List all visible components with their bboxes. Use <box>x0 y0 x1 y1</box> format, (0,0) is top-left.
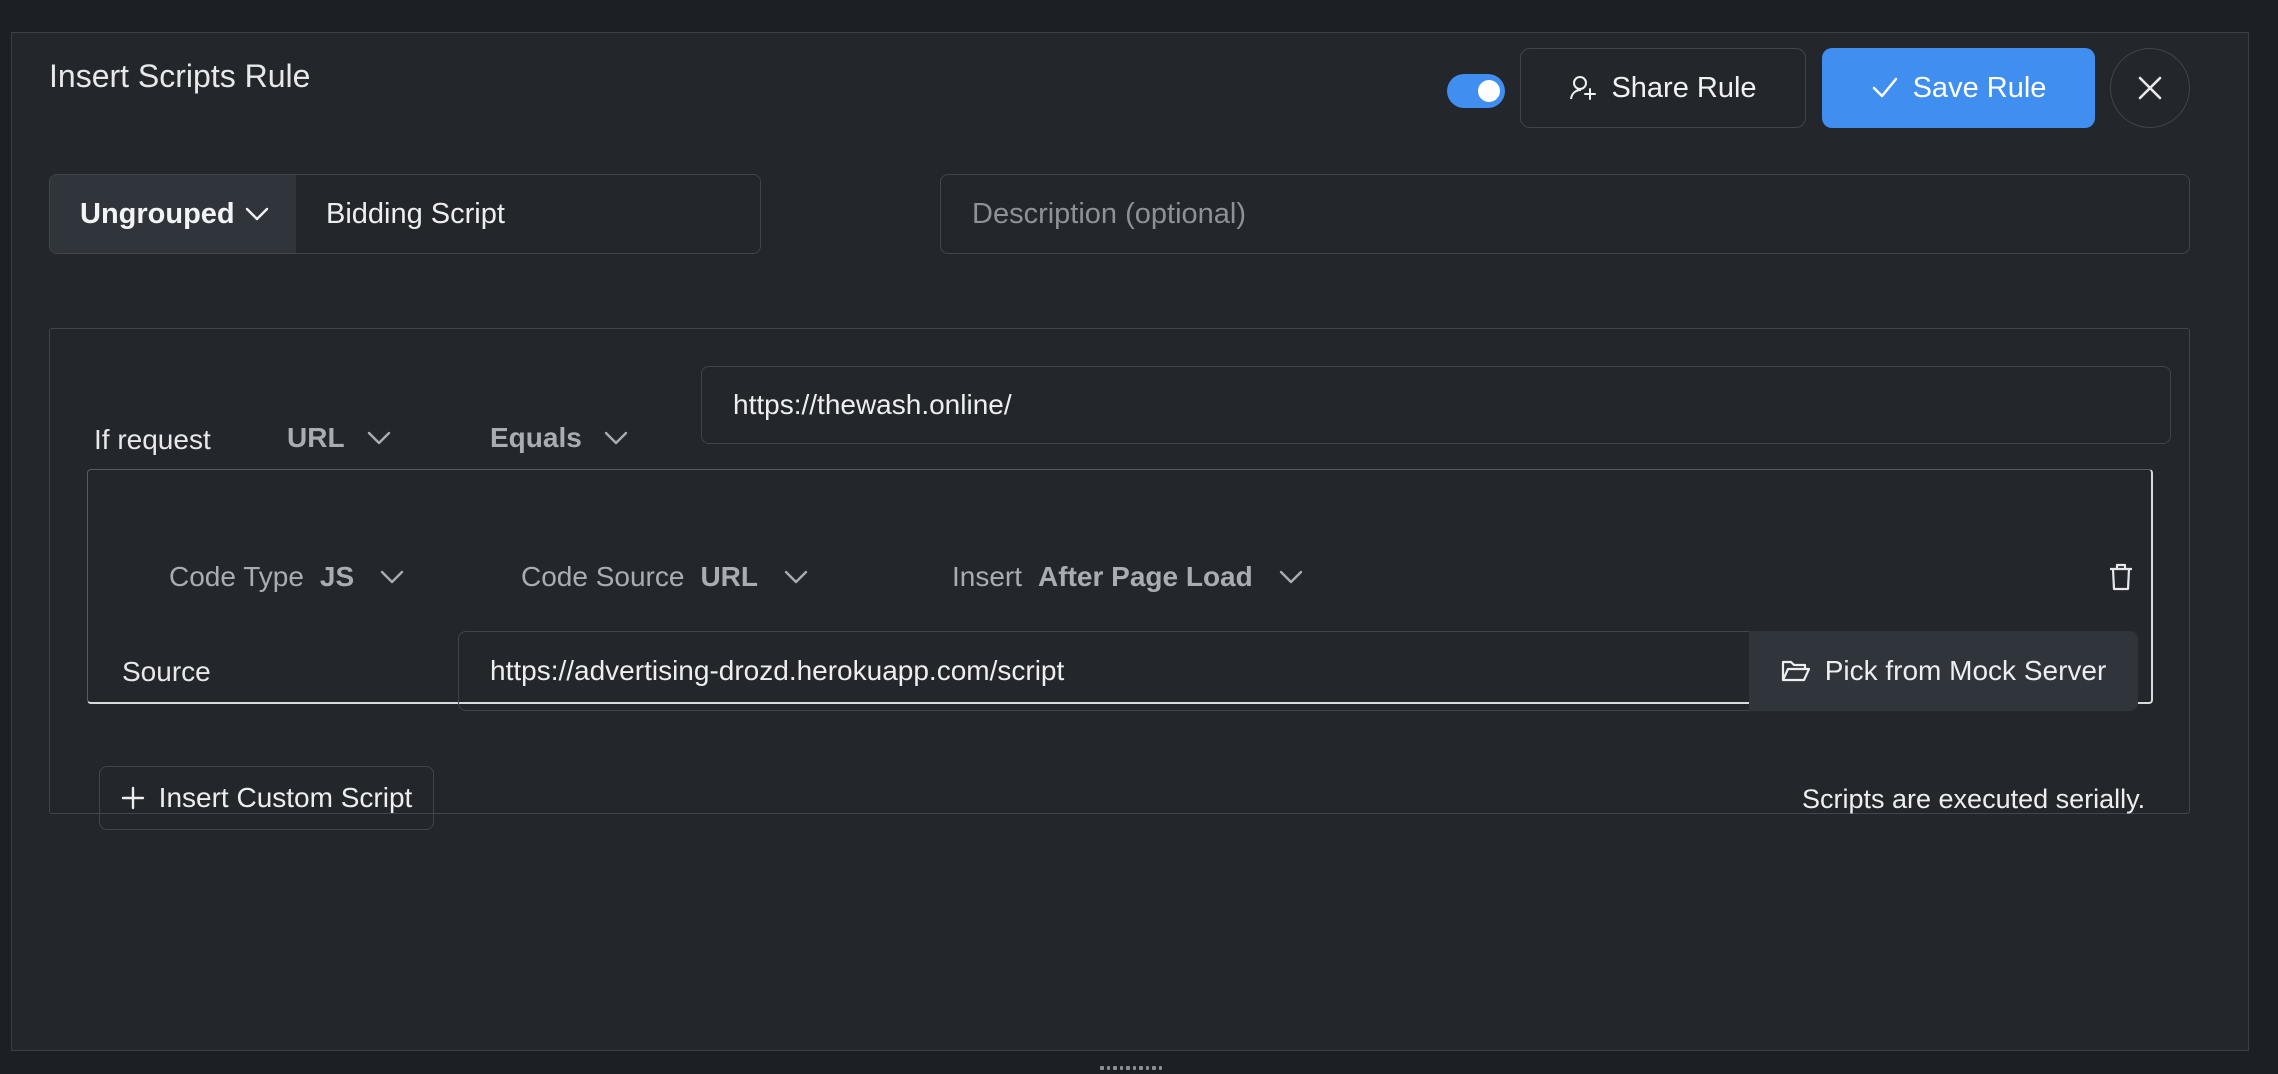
share-rule-label: Share Rule <box>1611 71 1757 104</box>
save-rule-label: Save Rule <box>1912 71 2047 104</box>
folder-open-icon <box>1781 660 1810 682</box>
save-rule-button[interactable]: Save Rule <box>1822 48 2095 128</box>
plus-icon <box>121 786 144 810</box>
insert-custom-script-button[interactable]: Insert Custom Script <box>99 766 434 830</box>
code-type-value: JS <box>319 561 355 592</box>
insert-timing-value: After Page Load <box>1038 561 1253 592</box>
toggle-knob <box>1478 80 1500 102</box>
operator-value: Equals <box>490 422 582 453</box>
share-rule-button[interactable]: Share Rule <box>1520 48 1806 128</box>
rule-name-group: Ungrouped Bidding Script <box>49 174 761 254</box>
code-type-dropdown[interactable]: Code Type JS <box>169 561 404 593</box>
group-select-value: Ungrouped <box>80 197 235 230</box>
rule-name-input[interactable]: Bidding Script <box>296 175 760 253</box>
code-source-dropdown[interactable]: Code Source URL <box>521 561 808 593</box>
chevron-down-icon <box>604 431 628 445</box>
insert-label: Insert <box>952 561 1023 592</box>
insert-timing-dropdown[interactable]: Insert After Page Load <box>952 561 1303 593</box>
close-icon <box>2138 76 2162 100</box>
resize-handle[interactable] <box>1100 1066 1162 1072</box>
operator-dropdown[interactable]: Equals <box>490 422 628 454</box>
rule-status-toggle[interactable] <box>1447 74 1505 108</box>
chevron-down-icon <box>1279 570 1302 584</box>
code-source-label: Code Source <box>521 561 685 592</box>
description-input[interactable]: Description (optional) <box>940 174 2190 254</box>
page-title: Insert Scripts Rule <box>49 58 311 94</box>
if-request-label: If request <box>94 424 211 455</box>
execution-note: Scripts are executed serially. <box>1802 784 2146 814</box>
check-icon <box>1872 77 1897 98</box>
match-field-value: URL <box>287 422 345 453</box>
trash-icon <box>2110 563 2132 591</box>
share-user-icon <box>1570 76 1597 100</box>
chevron-down-icon <box>784 570 808 584</box>
mock-server-label: Pick from Mock Server <box>1824 655 2107 686</box>
insert-custom-script-label: Insert Custom Script <box>158 782 413 813</box>
source-label: Source <box>122 656 211 687</box>
delete-script-button[interactable] <box>2108 563 2134 596</box>
close-button[interactable] <box>2110 48 2190 128</box>
chevron-down-icon <box>380 570 404 584</box>
chevron-down-icon <box>367 431 390 445</box>
chevron-down-icon <box>245 207 268 221</box>
script-source-input[interactable]: https://advertising-drozd.herokuapp.com/… <box>458 631 1750 711</box>
request-url-input[interactable]: https://thewash.online/ <box>701 366 2171 444</box>
pick-from-mock-server-button[interactable]: Pick from Mock Server <box>1749 631 2138 711</box>
code-type-label: Code Type <box>169 561 304 592</box>
match-field-dropdown[interactable]: URL <box>287 422 391 454</box>
code-source-value: URL <box>700 561 758 592</box>
group-select[interactable]: Ungrouped <box>50 175 296 253</box>
